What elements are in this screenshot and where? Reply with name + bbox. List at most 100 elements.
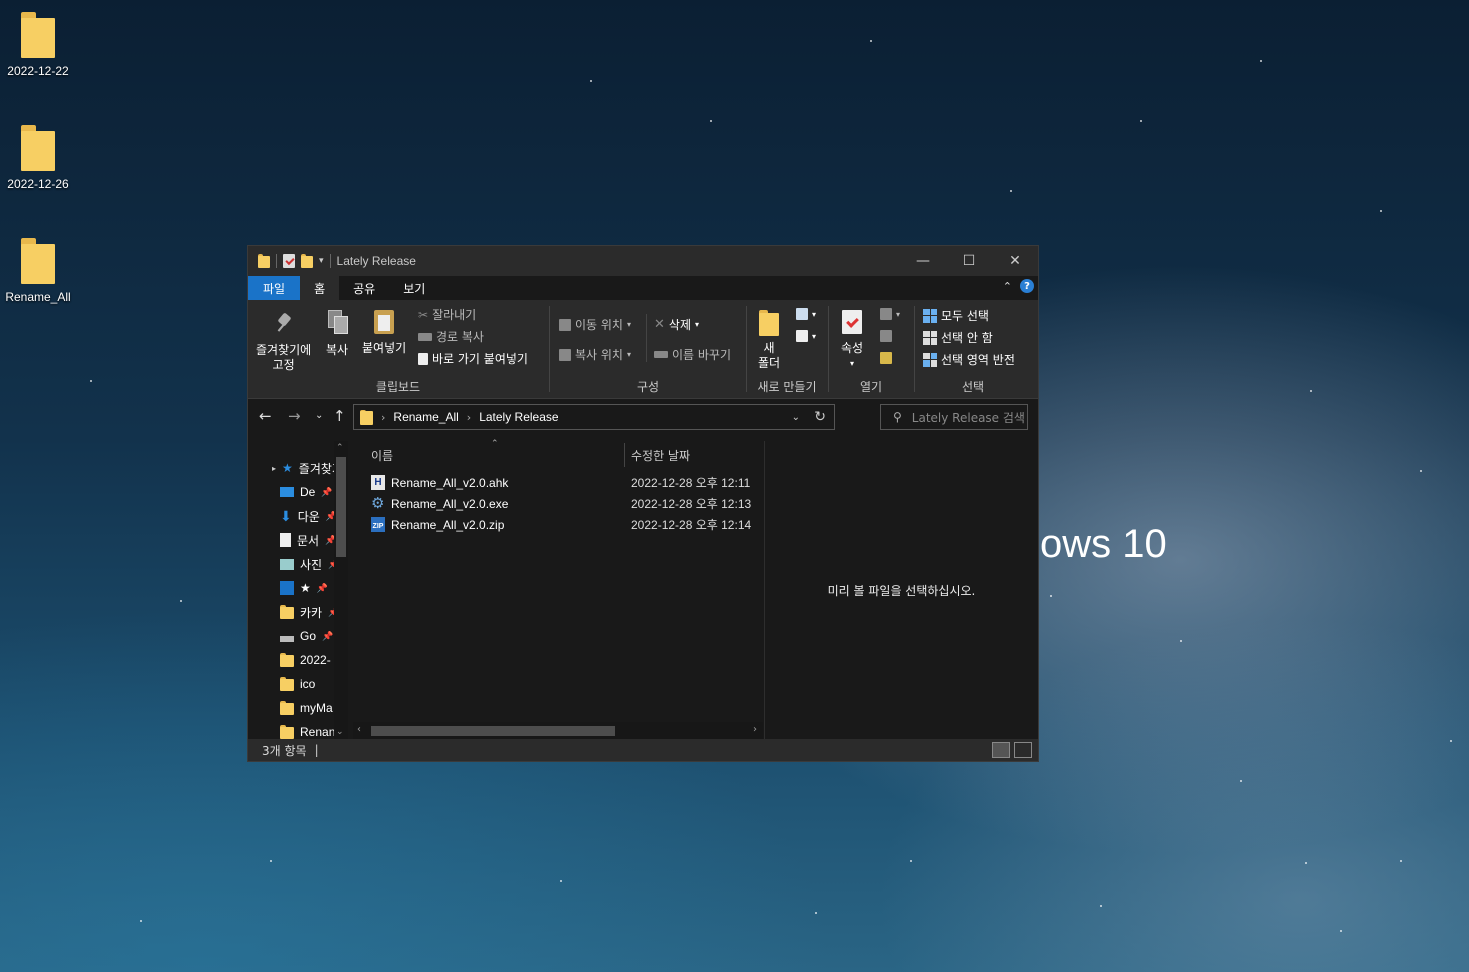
recent-locations-chevron-icon[interactable]: ⌄ <box>315 410 323 421</box>
tab-view[interactable]: 보기 <box>389 276 439 300</box>
collapse-ribbon-icon[interactable]: ⌃ <box>1003 280 1012 293</box>
properties-button[interactable]: 속성 ▾ <box>841 310 863 370</box>
new-folder-quick-icon[interactable] <box>301 254 313 268</box>
nav-item-desktop[interactable]: De 📌 <box>280 481 333 503</box>
breadcrumb-rename-all[interactable]: Rename_All <box>393 410 458 424</box>
folder-icon <box>360 409 373 425</box>
nav-item-myma-folder[interactable]: myMa <box>280 697 333 719</box>
scroll-down-icon[interactable]: ⌄ <box>336 727 344 737</box>
desktop-folder-2022-12-22[interactable]: 2022-12-22 <box>1 12 75 78</box>
wallpaper-windows-text: ows 10 <box>1040 522 1167 566</box>
chevron-down-icon: ▾ <box>695 320 700 329</box>
large-icons-view-icon[interactable] <box>1014 742 1032 758</box>
tab-file[interactable]: 파일 <box>248 276 301 300</box>
search-icon: ⚲ <box>893 410 902 424</box>
forward-arrow-icon[interactable]: → <box>288 407 301 425</box>
scroll-right-icon[interactable]: › <box>753 724 757 735</box>
maximize-button[interactable]: ☐ <box>946 246 992 276</box>
chevron-down-icon: ▾ <box>812 331 817 341</box>
copy-button[interactable]: 복사 <box>326 310 348 357</box>
desktop-folder-rename-all[interactable]: Rename_All <box>1 238 75 304</box>
document-icon <box>280 533 291 547</box>
status-bar: 3개 항목 | <box>248 739 1038 761</box>
scrollbar-thumb[interactable] <box>336 457 346 557</box>
search-input[interactable]: ⚲ Lately Release 검색 <box>880 404 1028 430</box>
scroll-up-icon[interactable]: ⌃ <box>336 443 344 453</box>
address-input[interactable]: › Rename_All › Lately Release ⌄ ↻ <box>353 404 835 430</box>
minimize-button[interactable]: — <box>900 246 946 276</box>
move-to-button[interactable]: 이동 위치 ▾ <box>559 316 631 333</box>
chevron-right-icon: › <box>381 410 386 424</box>
history-button[interactable] <box>880 352 892 364</box>
rename-button[interactable]: 이름 바꾸기 <box>654 346 731 363</box>
nav-item-2022-folder[interactable]: 2022- <box>280 649 331 671</box>
folder-icon <box>280 701 294 715</box>
group-label-open: 열기 <box>859 380 883 394</box>
invert-selection-button[interactable]: 선택 영역 반전 <box>923 351 1015 368</box>
pin-icon: 📌 <box>316 582 328 593</box>
file-list-pane: ⌃ 이름 수정한 날짜 H Rename_All_v2.0.ahk 2022-1… <box>353 439 763 739</box>
desktop-icon <box>280 487 294 497</box>
details-view-icon[interactable] <box>992 742 1010 758</box>
edit-button[interactable] <box>880 330 892 342</box>
nav-pane-scrollbar[interactable]: ⌃ ⌄ <box>334 441 348 739</box>
up-arrow-icon[interactable]: ↑ <box>333 407 346 425</box>
desktop-icon-label: Rename_All <box>5 290 71 304</box>
column-header-modified[interactable]: 수정한 날짜 <box>631 441 690 469</box>
file-row-ahk[interactable]: H Rename_All_v2.0.ahk 2022-12-28 오후 12:1… <box>353 472 763 493</box>
paste-button[interactable]: 붙여넣기 <box>362 310 406 355</box>
select-all-button[interactable]: 모두 선택 <box>923 307 989 324</box>
chevron-down-icon[interactable]: ▾ <box>319 256 324 266</box>
pin-to-quick-access-button[interactable]: 즐겨찾기에 고정 <box>256 314 311 372</box>
file-row-exe[interactable]: ⚙ Rename_All_v2.0.exe 2022-12-28 오후 12:1… <box>353 493 763 514</box>
invert-selection-icon <box>923 352 937 367</box>
group-label-clipboard: 클립보드 <box>375 380 421 394</box>
select-none-button[interactable]: 선택 안 함 <box>923 329 993 346</box>
new-folder-button[interactable]: 새 폴더 <box>758 310 780 370</box>
nav-item-downloads[interactable]: ⬇ 다운 📌 <box>280 505 337 527</box>
properties-quick-icon[interactable] <box>283 254 295 268</box>
copy-path-button[interactable]: 경로 복사 <box>418 328 484 345</box>
nav-item-quick-access[interactable]: ▸ ★ 즐겨찾기 <box>272 457 343 479</box>
cut-button[interactable]: ✂ 잘라내기 <box>418 306 476 323</box>
scroll-left-icon[interactable]: ‹ <box>357 724 361 735</box>
file-list-horizontal-scrollbar[interactable]: ‹ › <box>353 722 763 739</box>
nav-item-documents[interactable]: 문서 📌 <box>280 529 336 551</box>
new-item-icon <box>796 308 808 320</box>
tab-home[interactable]: 홈 <box>300 276 340 300</box>
breadcrumb-lately-release[interactable]: Lately Release <box>479 410 558 424</box>
address-dropdown-chevron-icon[interactable]: ⌄ <box>792 412 800 423</box>
nav-item-rename-folder[interactable]: Renan <box>280 721 335 739</box>
scissors-icon: ✂ <box>418 307 429 322</box>
delete-button[interactable]: ✕ 삭제 ▾ <box>654 316 699 333</box>
column-header-name[interactable]: 이름 <box>371 441 393 469</box>
close-button[interactable]: ✕ <box>992 246 1038 276</box>
open-button[interactable]: ▾ <box>880 308 900 320</box>
help-icon[interactable]: ? <box>1020 279 1034 293</box>
nav-item-starred-folder[interactable]: ★ 📌 <box>280 577 328 599</box>
file-row-zip[interactable]: ZIP Rename_All_v2.0.zip 2022-12-28 오후 12… <box>353 514 763 535</box>
title-bar[interactable]: ▾ Lately Release — ☐ ✕ <box>248 246 1038 276</box>
expand-chevron-icon: ▸ <box>272 463 277 473</box>
nav-item-google-drive[interactable]: Go 📌 <box>280 625 333 647</box>
refresh-icon[interactable]: ↻ <box>814 409 826 425</box>
nav-item-ico-folder[interactable]: ico <box>280 673 315 695</box>
paste-shortcut-icon <box>418 352 428 365</box>
desktop-folder-2022-12-26[interactable]: 2022-12-26 <box>1 125 75 191</box>
paste-shortcut-button[interactable]: 바로 가기 붙여넣기 <box>418 350 528 367</box>
nav-item-kakao-folder[interactable]: 카카📌 <box>280 601 339 623</box>
item-count: 3개 항목 <box>262 743 307 758</box>
easy-access-button[interactable]: ▾ <box>796 330 816 342</box>
scrollbar-thumb[interactable] <box>371 726 615 736</box>
window-title: Lately Release <box>336 254 416 268</box>
copy-to-button[interactable]: 복사 위치 ▾ <box>559 346 631 363</box>
group-label-new: 새로 만들기 <box>757 380 817 394</box>
folder-icon <box>21 12 55 59</box>
select-all-icon <box>923 308 937 323</box>
folder-icon <box>280 605 294 619</box>
back-arrow-icon[interactable]: ← <box>259 407 272 425</box>
tab-share[interactable]: 공유 <box>339 276 389 300</box>
new-item-button[interactable]: ▾ <box>796 308 816 320</box>
nav-item-pictures[interactable]: 사진📌 <box>280 553 339 575</box>
path-icon <box>418 332 432 341</box>
